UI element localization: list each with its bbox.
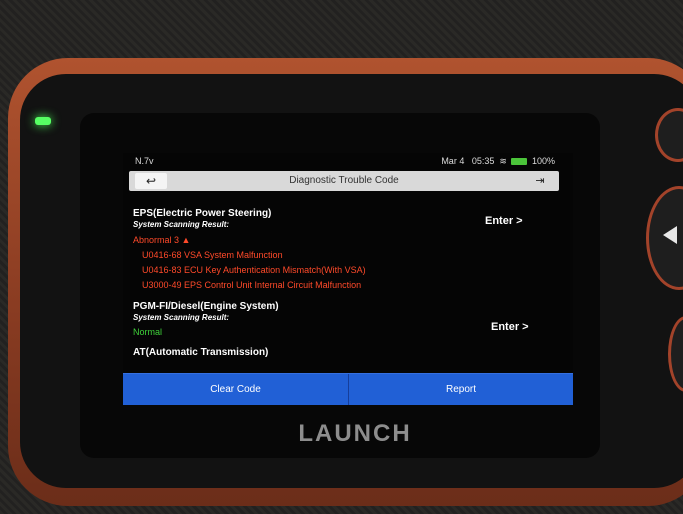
status-left-text: N.7v [135, 156, 154, 166]
enter-button-eps[interactable]: Enter > [485, 215, 523, 227]
exit-button[interactable]: ⇥ [529, 173, 551, 189]
enter-button-engine[interactable]: Enter > [491, 321, 529, 333]
power-led [35, 117, 51, 125]
device-screen: N.7v Mar 4 05:35 ≋ 100% ↩ Diagnostic Tro… [123, 153, 573, 405]
status-abnormal[interactable]: Abnormal 3 ▲ [133, 235, 563, 245]
wifi-icon: ≋ [499, 156, 507, 166]
exit-icon: ⇥ [535, 175, 545, 187]
title-bar: ↩ Diagnostic Trouble Code ⇥ [129, 171, 559, 191]
battery-icon [511, 158, 528, 166]
page-title: Diagnostic Trouble Code [289, 175, 399, 186]
system-list: EPS(Electric Power Steering) System Scan… [133, 208, 563, 358]
report-button[interactable]: Report [349, 374, 573, 405]
status-bar: N.7v Mar 4 05:35 ≋ 100% [123, 153, 573, 171]
system-name-partial: AT(Automatic Transmission) [133, 347, 269, 358]
clear-code-button[interactable]: Clear Code [123, 374, 349, 405]
caret-up-icon: ▲ [181, 235, 191, 245]
system-name: PGM-FI/Diesel(Engine System) [133, 301, 279, 312]
dtc-item: U0416-83 ECU Key Authentication Mismatch… [142, 265, 366, 275]
status-right: Mar 4 05:35 ≋ 100% [441, 156, 555, 167]
status-date: Mar 4 [441, 156, 465, 166]
battery-level: 100% [531, 156, 555, 166]
status-time: 05:35 [471, 156, 495, 166]
dtc-item: U3000-49 EPS Control Unit Internal Circu… [142, 280, 362, 290]
action-bar: Clear Code Report [123, 373, 573, 405]
brand-logo: LAUNCH [298, 420, 412, 447]
dtc-item: U0416-68 VSA System Malfunction [142, 250, 283, 260]
back-arrow-icon [663, 226, 677, 244]
